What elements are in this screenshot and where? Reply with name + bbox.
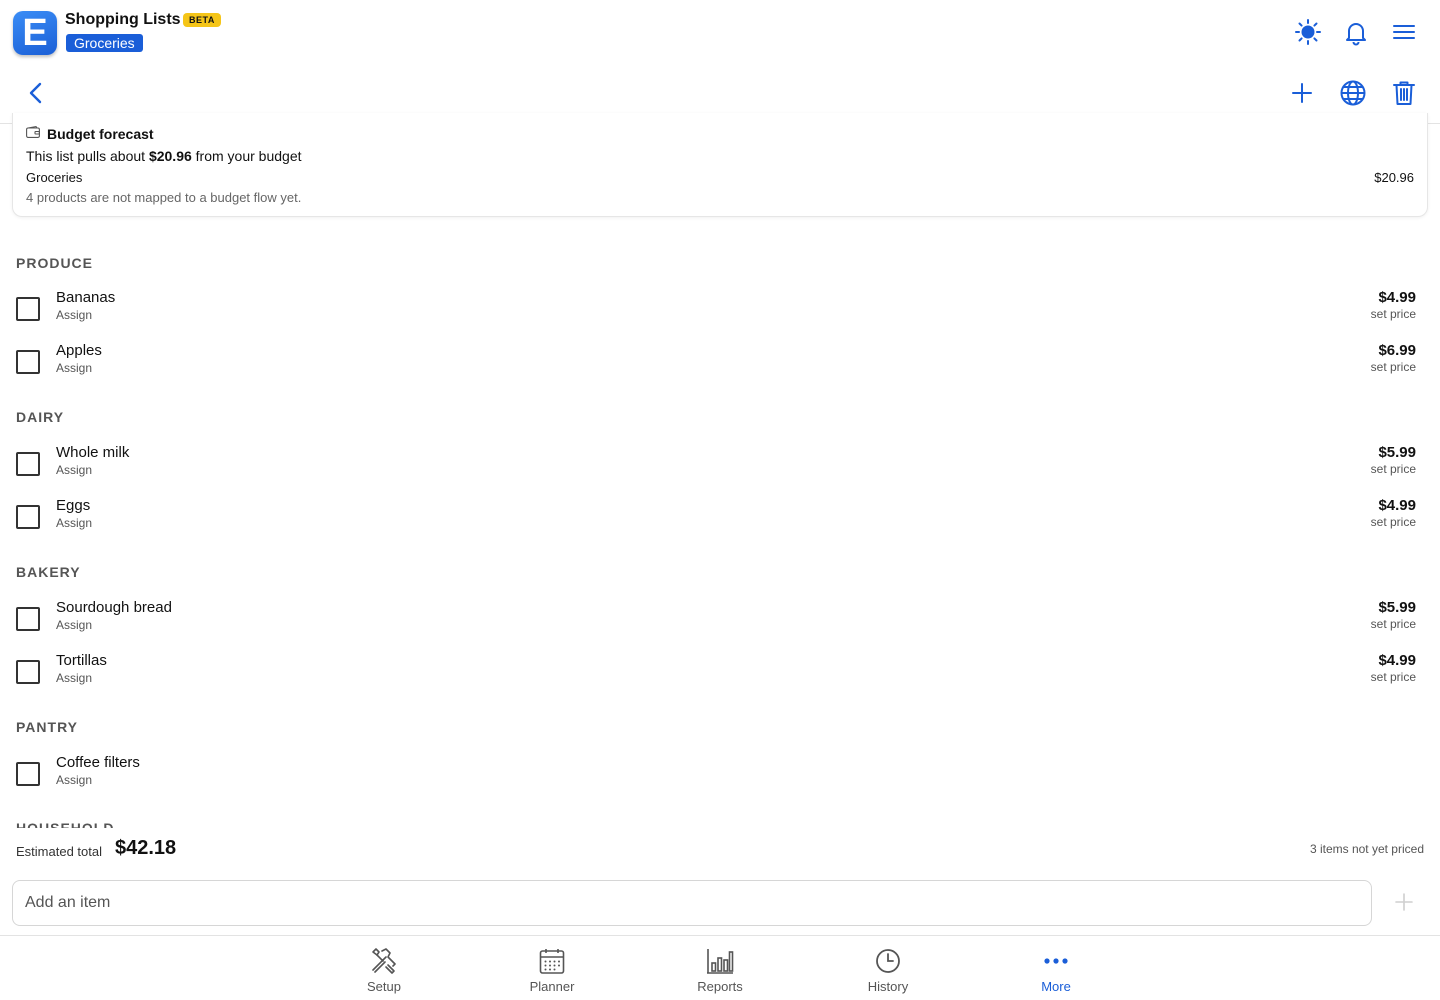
item-price[interactable]: $5.99 — [1378, 444, 1416, 461]
back-chevron-icon[interactable] — [21, 78, 51, 108]
budget-category: Groceries — [26, 170, 83, 185]
item-price[interactable]: $4.99 — [1378, 652, 1416, 669]
item-assign-link[interactable]: Assign — [56, 618, 92, 632]
app-title: Shopping Lists — [65, 11, 181, 28]
item-set-price-link[interactable]: set price — [1371, 670, 1416, 684]
item-price[interactable]: $4.99 — [1378, 289, 1416, 306]
item-price[interactable]: $5.99 — [1378, 599, 1416, 616]
tools-icon — [372, 948, 396, 974]
nav-more[interactable]: More — [1006, 944, 1106, 996]
app-header: E Shopping Lists BETA Groceries — [0, 0, 1440, 64]
item-assign-link[interactable]: Assign — [56, 671, 92, 685]
item-assign-link[interactable]: Assign — [56, 516, 92, 530]
item-checkbox[interactable] — [16, 762, 40, 786]
item-name[interactable]: Apples — [56, 342, 102, 359]
bar-chart-icon — [707, 949, 734, 974]
item-assign-link[interactable]: Assign — [56, 463, 92, 477]
budget-forecast-title: Budget forecast — [47, 126, 154, 142]
bell-icon[interactable] — [1342, 18, 1370, 46]
calendar-icon — [539, 949, 565, 974]
budget-summary-amount: $20.96 — [148, 148, 192, 164]
item-assign-link[interactable]: Assign — [56, 361, 92, 375]
section-heading-produce: PRODUCE — [16, 255, 94, 271]
nav-planner-label: Planner — [529, 979, 575, 994]
item-name[interactable]: Bananas — [56, 289, 115, 306]
item-assign-link[interactable]: Assign — [56, 308, 92, 322]
item-name[interactable]: Tortillas — [56, 652, 107, 669]
budget-unmapped-note: 4 products are not mapped to a budget fl… — [26, 190, 302, 205]
section-heading-pantry: PANTRY — [16, 719, 78, 735]
trash-icon[interactable] — [1389, 78, 1419, 108]
add-item-input[interactable] — [12, 880, 1372, 926]
nav-history-label: History — [867, 979, 909, 994]
sun-icon[interactable] — [1294, 18, 1322, 46]
item-checkbox[interactable] — [16, 607, 40, 631]
nav-history[interactable]: History — [838, 944, 938, 996]
wallet-icon — [26, 126, 40, 138]
item-name[interactable]: Coffee filters — [56, 754, 140, 771]
list-item: Apples Assign $6.99 set price — [0, 342, 1440, 398]
item-assign-link[interactable]: Assign — [56, 773, 92, 787]
clock-icon — [876, 949, 900, 973]
section-heading-household: HOUSEHOLD — [16, 820, 115, 828]
list-item: Sourdough bread Assign $5.99 set price — [0, 599, 1440, 655]
plus-icon[interactable] — [1287, 78, 1317, 108]
app-logo-letter: E — [22, 12, 48, 54]
nav-reports-label: Reports — [697, 979, 743, 994]
more-dots-icon — [1044, 958, 1068, 964]
list-item: Whole milk Assign $5.99 set price — [0, 444, 1440, 500]
item-checkbox[interactable] — [16, 350, 40, 374]
budget-summary-prefix: This list pulls about — [26, 148, 149, 164]
nav-planner[interactable]: Planner — [502, 944, 602, 996]
item-price[interactable]: $4.99 — [1378, 497, 1416, 514]
estimated-total-value: $42.18 — [115, 837, 177, 859]
section-heading-household-clipped: HOUSEHOLD — [16, 820, 216, 828]
item-name[interactable]: Sourdough bread — [56, 599, 172, 616]
unpriced-count: 3 items not yet priced — [1309, 842, 1424, 856]
item-name[interactable]: Eggs — [56, 497, 90, 514]
app-logo[interactable]: E — [13, 11, 57, 55]
globe-icon[interactable] — [1338, 78, 1368, 108]
item-set-price-link[interactable]: set price — [1371, 462, 1416, 476]
item-set-price-link[interactable]: set price — [1371, 617, 1416, 631]
beta-badge: BETA — [183, 13, 221, 27]
list-item: Bananas Assign $4.99 set price — [0, 289, 1440, 345]
estimated-total-label: Estimated total — [16, 844, 102, 859]
nav-reports[interactable]: Reports — [670, 944, 770, 996]
nav-setup-label: Setup — [367, 979, 401, 994]
item-checkbox[interactable] — [16, 297, 40, 321]
section-heading-bakery: BAKERY — [16, 564, 81, 580]
add-item-plus-icon[interactable] — [1393, 891, 1415, 913]
list-item: Eggs Assign $4.99 set price — [0, 497, 1440, 553]
bottom-nav: Setup Planner Reports History More — [0, 935, 1440, 1000]
budget-category-amount: $20.96 — [1374, 170, 1414, 185]
nav-more-label: More — [1041, 979, 1071, 994]
item-price[interactable]: $6.99 — [1378, 342, 1416, 359]
item-checkbox[interactable] — [16, 660, 40, 684]
item-checkbox[interactable] — [16, 452, 40, 476]
item-set-price-link[interactable]: set price — [1371, 515, 1416, 529]
budget-summary-suffix: from your budget — [191, 148, 302, 164]
list-name-chip[interactable]: Groceries — [66, 34, 143, 52]
section-heading-dairy: DAIRY — [16, 409, 65, 425]
item-set-price-link[interactable]: set price — [1371, 360, 1416, 374]
item-set-price-link[interactable]: set price — [1371, 307, 1416, 321]
list-item: Tortillas Assign $4.99 set price — [0, 652, 1440, 708]
hamburger-menu-icon[interactable] — [1390, 18, 1418, 46]
list-item: Coffee filters Assign — [0, 754, 1440, 810]
item-checkbox[interactable] — [16, 505, 40, 529]
item-name[interactable]: Whole milk — [56, 444, 129, 461]
nav-setup[interactable]: Setup — [334, 944, 434, 996]
budget-summary: This list pulls about $20.96 from your b… — [26, 148, 302, 164]
